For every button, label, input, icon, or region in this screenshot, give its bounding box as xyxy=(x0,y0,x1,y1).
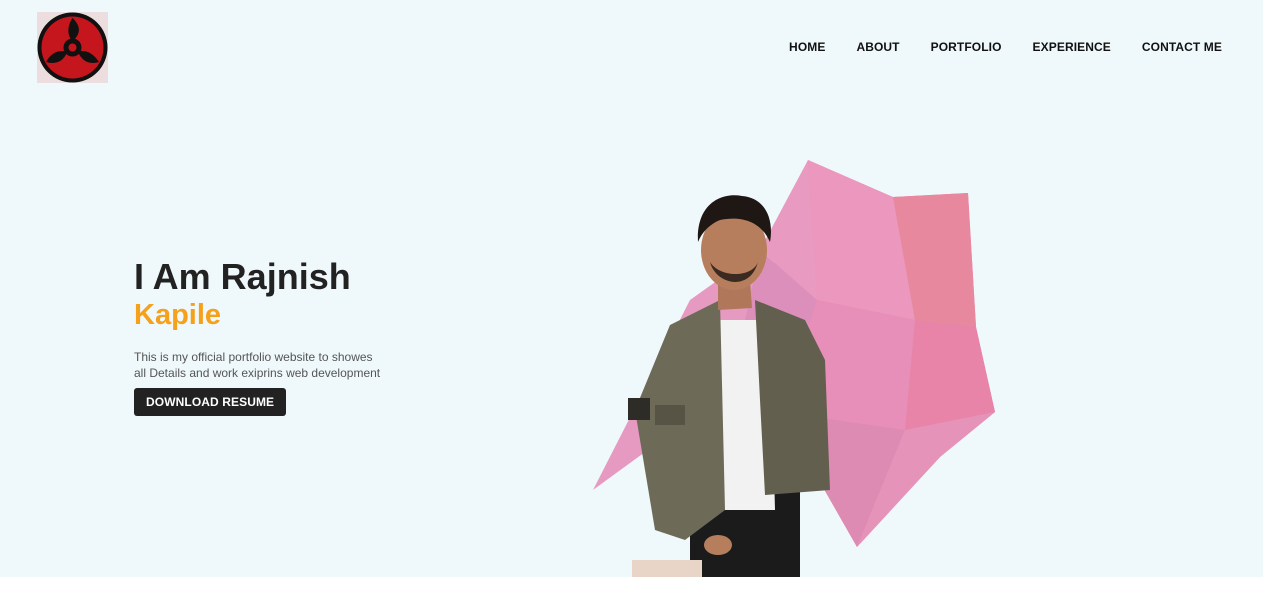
intro-block: I Am Rajnish Kapile This is my official … xyxy=(134,256,434,416)
nav-experience[interactable]: EXPERIENCE xyxy=(1033,40,1111,54)
main-nav: HOME ABOUT PORTFOLIO EXPERIENCE CONTACT … xyxy=(789,40,1222,54)
sharingan-logo-icon[interactable] xyxy=(37,12,108,83)
nav-portfolio[interactable]: PORTFOLIO xyxy=(931,40,1002,54)
nav-contact-me[interactable]: CONTACT ME xyxy=(1142,40,1222,54)
hero-description: This is my official portfolio website to… xyxy=(134,350,381,380)
nav-about[interactable]: ABOUT xyxy=(856,40,899,54)
hero-section: HOME ABOUT PORTFOLIO EXPERIENCE CONTACT … xyxy=(0,0,1263,577)
hero-name: Kapile xyxy=(134,299,222,331)
hero-illustration xyxy=(593,160,995,577)
download-resume-button[interactable]: DOWNLOAD RESUME xyxy=(134,388,287,416)
nav-home[interactable]: HOME xyxy=(789,40,825,54)
hero-heading: I Am Rajnish xyxy=(134,256,351,297)
